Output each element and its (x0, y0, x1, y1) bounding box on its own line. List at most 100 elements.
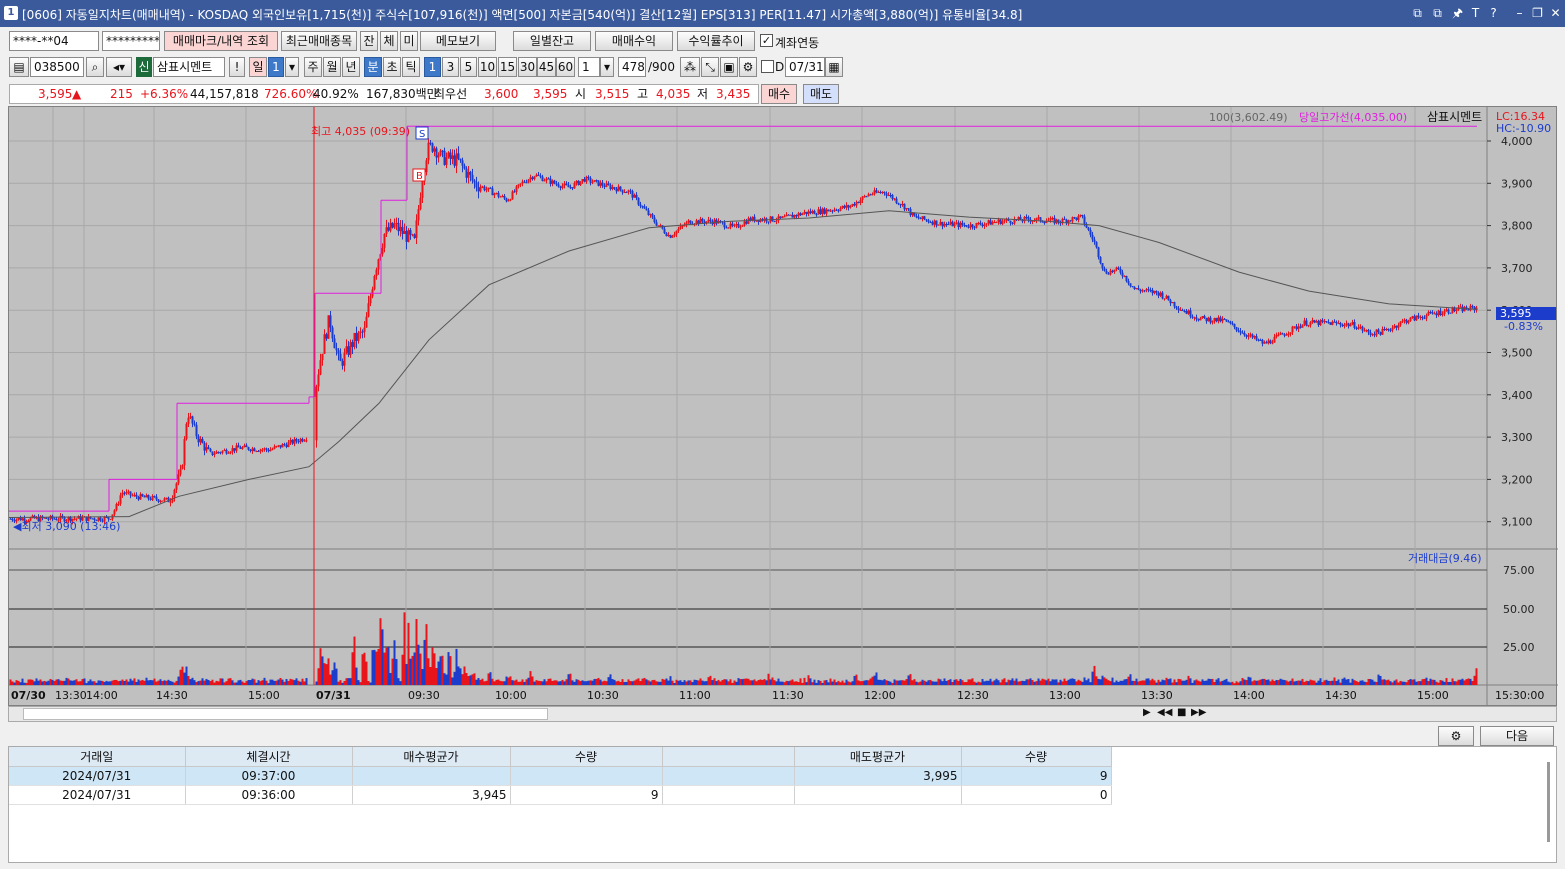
period-minute[interactable]: 분 (364, 57, 382, 77)
copy-window-icon[interactable]: ⧉ (1430, 5, 1445, 21)
period-value[interactable]: 1 (268, 57, 284, 77)
col-buy-qty[interactable]: 수량 (510, 747, 663, 767)
sell-button[interactable]: 매도 (803, 84, 839, 104)
trade-profit-button[interactable]: 매매수익 (595, 31, 673, 51)
date-checkbox[interactable] (761, 60, 774, 73)
candle-body (1119, 268, 1122, 273)
chart-svg[interactable]: 4,0003,9003,8003,7003,6003,5003,4003,300… (9, 107, 1558, 707)
gear-icon[interactable]: ⚙ (739, 57, 757, 77)
period-second[interactable]: 초 (383, 57, 401, 77)
volume-bar (1285, 680, 1288, 685)
candle-body (973, 227, 976, 229)
interval-60[interactable]: 60 (556, 57, 575, 77)
volume-bar (619, 682, 622, 685)
candle-body (317, 374, 320, 387)
recent-items-button[interactable]: 최근매매종목 (281, 31, 357, 51)
fast-forward-icon[interactable]: ▶▶ (1191, 707, 1206, 718)
candle-body (861, 196, 864, 201)
volume-bar (1041, 678, 1044, 685)
mark-query-button[interactable]: 매매마크/내역 조회 (164, 31, 278, 51)
memo-button[interactable]: 메모보기 (420, 31, 496, 51)
col-sell-avg[interactable]: 매도평균가 (794, 747, 962, 767)
interval-15[interactable]: 15 (498, 57, 517, 77)
maximize-icon[interactable]: ❐ (1530, 5, 1545, 21)
alert-button[interactable]: ! (229, 57, 245, 77)
daily-balance-button[interactable]: 일별잔고 (513, 31, 591, 51)
col-blank[interactable] (662, 747, 795, 767)
play-icon[interactable]: ▶ (1143, 707, 1151, 718)
pin-icon[interactable]: 🖈 (1450, 5, 1465, 21)
volume-bar (951, 681, 954, 685)
volume-bar (211, 679, 214, 685)
tab-jan[interactable]: 잔 (360, 31, 378, 51)
volume-bar (1331, 680, 1334, 685)
calendar-icon[interactable]: ▦ (825, 57, 843, 77)
rewind-icon[interactable]: ◀◀ (1157, 707, 1172, 718)
buy-button[interactable]: 매수 (761, 84, 797, 104)
volume-bar (1171, 682, 1174, 685)
volume-bar (137, 679, 140, 685)
volume-bar (223, 682, 226, 685)
chart-scrollbar[interactable]: ▶ ◀◀ ■ ▶▶ (8, 706, 1557, 722)
account-select[interactable]: ****-**04 (9, 31, 99, 51)
minimize-icon[interactable]: – (1512, 5, 1527, 21)
period-tick[interactable]: 틱 (402, 57, 420, 77)
table-scrollbar[interactable] (1547, 762, 1550, 842)
stop-icon[interactable]: ■ (1177, 707, 1186, 718)
interval-30[interactable]: 30 (518, 57, 537, 77)
period-month[interactable]: 월 (323, 57, 341, 77)
sound-icon[interactable]: ◂▾ (106, 57, 132, 77)
col-trade-date[interactable]: 거래일 (9, 747, 186, 767)
col-sell-qty[interactable]: 수량 (961, 747, 1112, 767)
draw-icon[interactable]: ⤡ (701, 57, 719, 77)
return-trend-button[interactable]: 수익률추이 (677, 31, 755, 51)
interval-3[interactable]: 3 (442, 57, 459, 77)
volume-bar (133, 678, 136, 685)
candle-body (1281, 333, 1284, 335)
interval-input[interactable]: 1 (578, 57, 600, 77)
scroll-thumb[interactable] (23, 708, 548, 720)
volume-bar (23, 682, 26, 685)
candle-body (1287, 334, 1290, 336)
period-day[interactable]: 일 (249, 57, 267, 77)
volume-bar (1205, 680, 1208, 685)
candle-body (519, 183, 522, 185)
period-dropdown-icon[interactable]: ▾ (285, 57, 299, 77)
settings-gear-button[interactable]: ⚙ (1438, 726, 1474, 746)
volume-bar (1013, 680, 1016, 685)
volume-bar (1445, 678, 1448, 685)
count-input[interactable]: 478 (618, 57, 646, 77)
layout-icon[interactable]: ▤ (9, 57, 29, 77)
period-week[interactable]: 주 (304, 57, 322, 77)
indicator-icon[interactable]: ⁂ (680, 57, 700, 77)
candle-body (629, 190, 632, 192)
font-icon[interactable]: T (1468, 5, 1483, 21)
interval-5[interactable]: 5 (460, 57, 477, 77)
layout-icon[interactable]: ⧉ (1410, 5, 1425, 21)
interval-dropdown-icon[interactable]: ▾ (600, 57, 614, 77)
chart-area[interactable]: 4,0003,9003,8003,7003,6003,5003,4003,300… (8, 106, 1558, 707)
interval-45[interactable]: 45 (537, 57, 556, 77)
interval-1[interactable]: 1 (424, 57, 441, 77)
col-exec-time[interactable]: 체결시간 (185, 747, 353, 767)
link-account-checkbox[interactable]: ✓ (760, 34, 773, 47)
date-input[interactable]: 07/31 (785, 57, 825, 77)
save-icon[interactable]: ▣ (720, 57, 738, 77)
candle-body (1105, 270, 1108, 274)
close-icon[interactable]: ✕ (1548, 5, 1563, 21)
candle-body (641, 206, 644, 208)
candle-body (1221, 318, 1224, 322)
col-buy-avg[interactable]: 매수평균가 (352, 747, 511, 767)
table-row[interactable]: 2024/07/31 09:37:00 3,995 9 (9, 766, 1112, 786)
period-year[interactable]: 년 (342, 57, 360, 77)
table-row[interactable]: 2024/07/31 09:36:00 3,945 9 0 (9, 785, 1112, 805)
tab-mi[interactable]: 미 (400, 31, 418, 51)
search-icon[interactable]: ⌕ (86, 57, 104, 77)
help-icon[interactable]: ? (1486, 5, 1501, 21)
next-button[interactable]: 다음 (1480, 726, 1554, 746)
interval-10[interactable]: 10 (478, 57, 497, 77)
volume-bar (513, 680, 516, 685)
tab-che[interactable]: 체 (380, 31, 398, 51)
code-input[interactable]: 038500 (30, 57, 84, 77)
password-field[interactable]: ********* (102, 31, 160, 51)
